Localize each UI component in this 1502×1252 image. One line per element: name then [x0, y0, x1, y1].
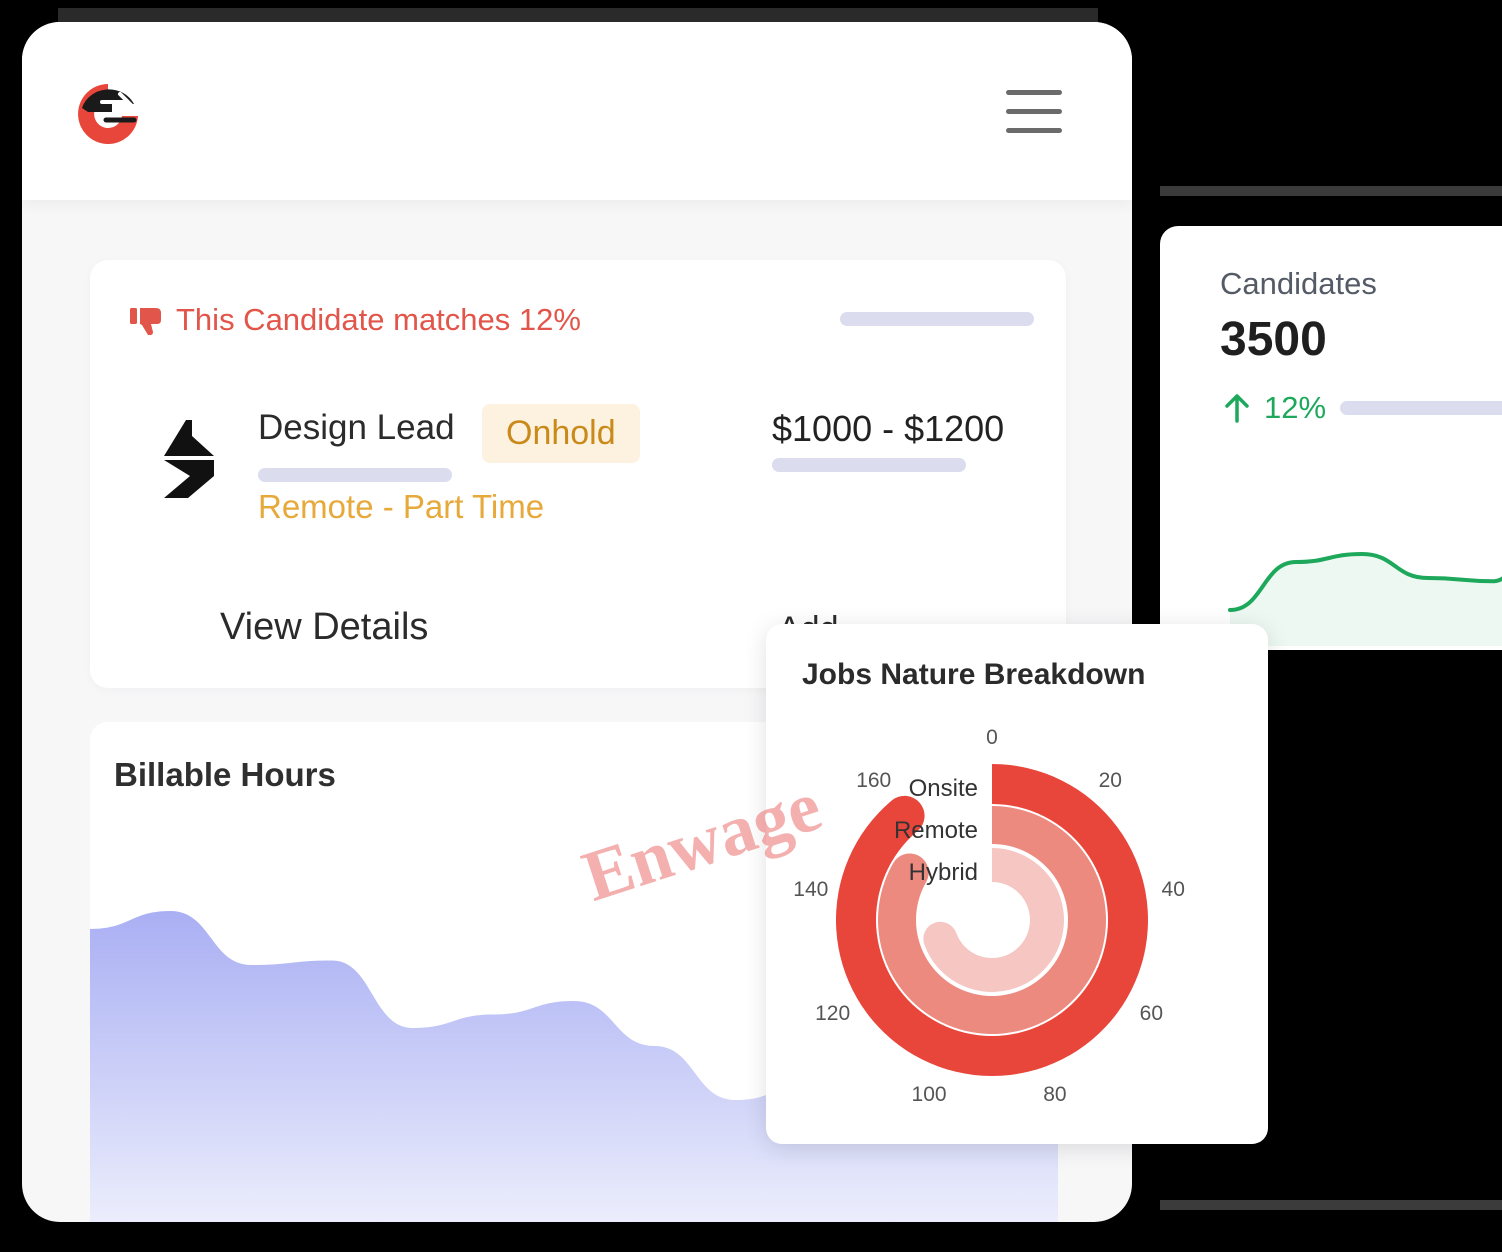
jobs-category-label: Onsite: [909, 775, 978, 802]
jobs-tick-label: 60: [1140, 1002, 1163, 1025]
candidates-trend-area: [1230, 554, 1502, 646]
skeleton-bar: [772, 458, 966, 472]
thumbs-down-icon: [130, 308, 161, 335]
skeleton-bar: [840, 312, 1034, 326]
jobs-category-label: Hybrid: [909, 859, 978, 886]
arrow-up-icon: [1225, 394, 1249, 423]
jobs-nature-breakdown-card: Jobs Nature Breakdown Onsite Remote Hybrid…: [766, 624, 1268, 1144]
billable-hours-title: Billable Hours: [114, 756, 336, 793]
job-type: Remote - Part Time: [258, 488, 545, 525]
candidates-change-value: 12%: [1264, 390, 1327, 425]
jobs-tick-label: 160: [856, 769, 891, 792]
jobs-tick-label: 20: [1099, 769, 1122, 792]
jobs-tick-label: 100: [912, 1083, 947, 1106]
jobs-tick-label: 0: [986, 726, 998, 749]
candidates-change: 12%: [1224, 390, 1502, 426]
company-logo-icon: [164, 420, 214, 498]
candidates-trend-chart: [1228, 551, 1502, 646]
candidates-label: Candidates: [1220, 266, 1377, 301]
enwage-logo-icon[interactable]: [72, 78, 144, 150]
jobs-breakdown-chart: Onsite Remote Hybrid 0 20 40 60 80 100 120 140 160: [793, 726, 1185, 1106]
jobs-category-label: Remote: [894, 817, 978, 844]
match-row: This Candidate matches 12%: [130, 302, 581, 338]
candidates-skeleton: [1340, 401, 1502, 415]
jobs-tick-label: 120: [815, 1002, 850, 1025]
status-badge: Onhold: [482, 404, 640, 463]
jobs-tick-label: 40: [1162, 878, 1185, 901]
jobs-tick-label: 140: [793, 878, 828, 901]
match-text: This Candidate matches 12%: [176, 302, 581, 337]
job-title: Design Lead: [258, 408, 455, 447]
hamburger-menu-icon[interactable]: [1006, 90, 1062, 138]
skeleton-bar: [258, 468, 452, 482]
app-header: [22, 22, 1132, 200]
salary-range: $1000 - $1200: [772, 408, 1005, 449]
background-strip: [58, 8, 1098, 22]
view-details-button[interactable]: View Details: [220, 606, 428, 649]
candidates-value: 3500: [1220, 313, 1327, 366]
candidates-card: Candidates 3500 12%: [1160, 226, 1502, 650]
jobs-tick-label: 80: [1043, 1083, 1066, 1106]
background-strip: [1160, 1200, 1502, 1210]
background-strip: [1160, 186, 1502, 196]
